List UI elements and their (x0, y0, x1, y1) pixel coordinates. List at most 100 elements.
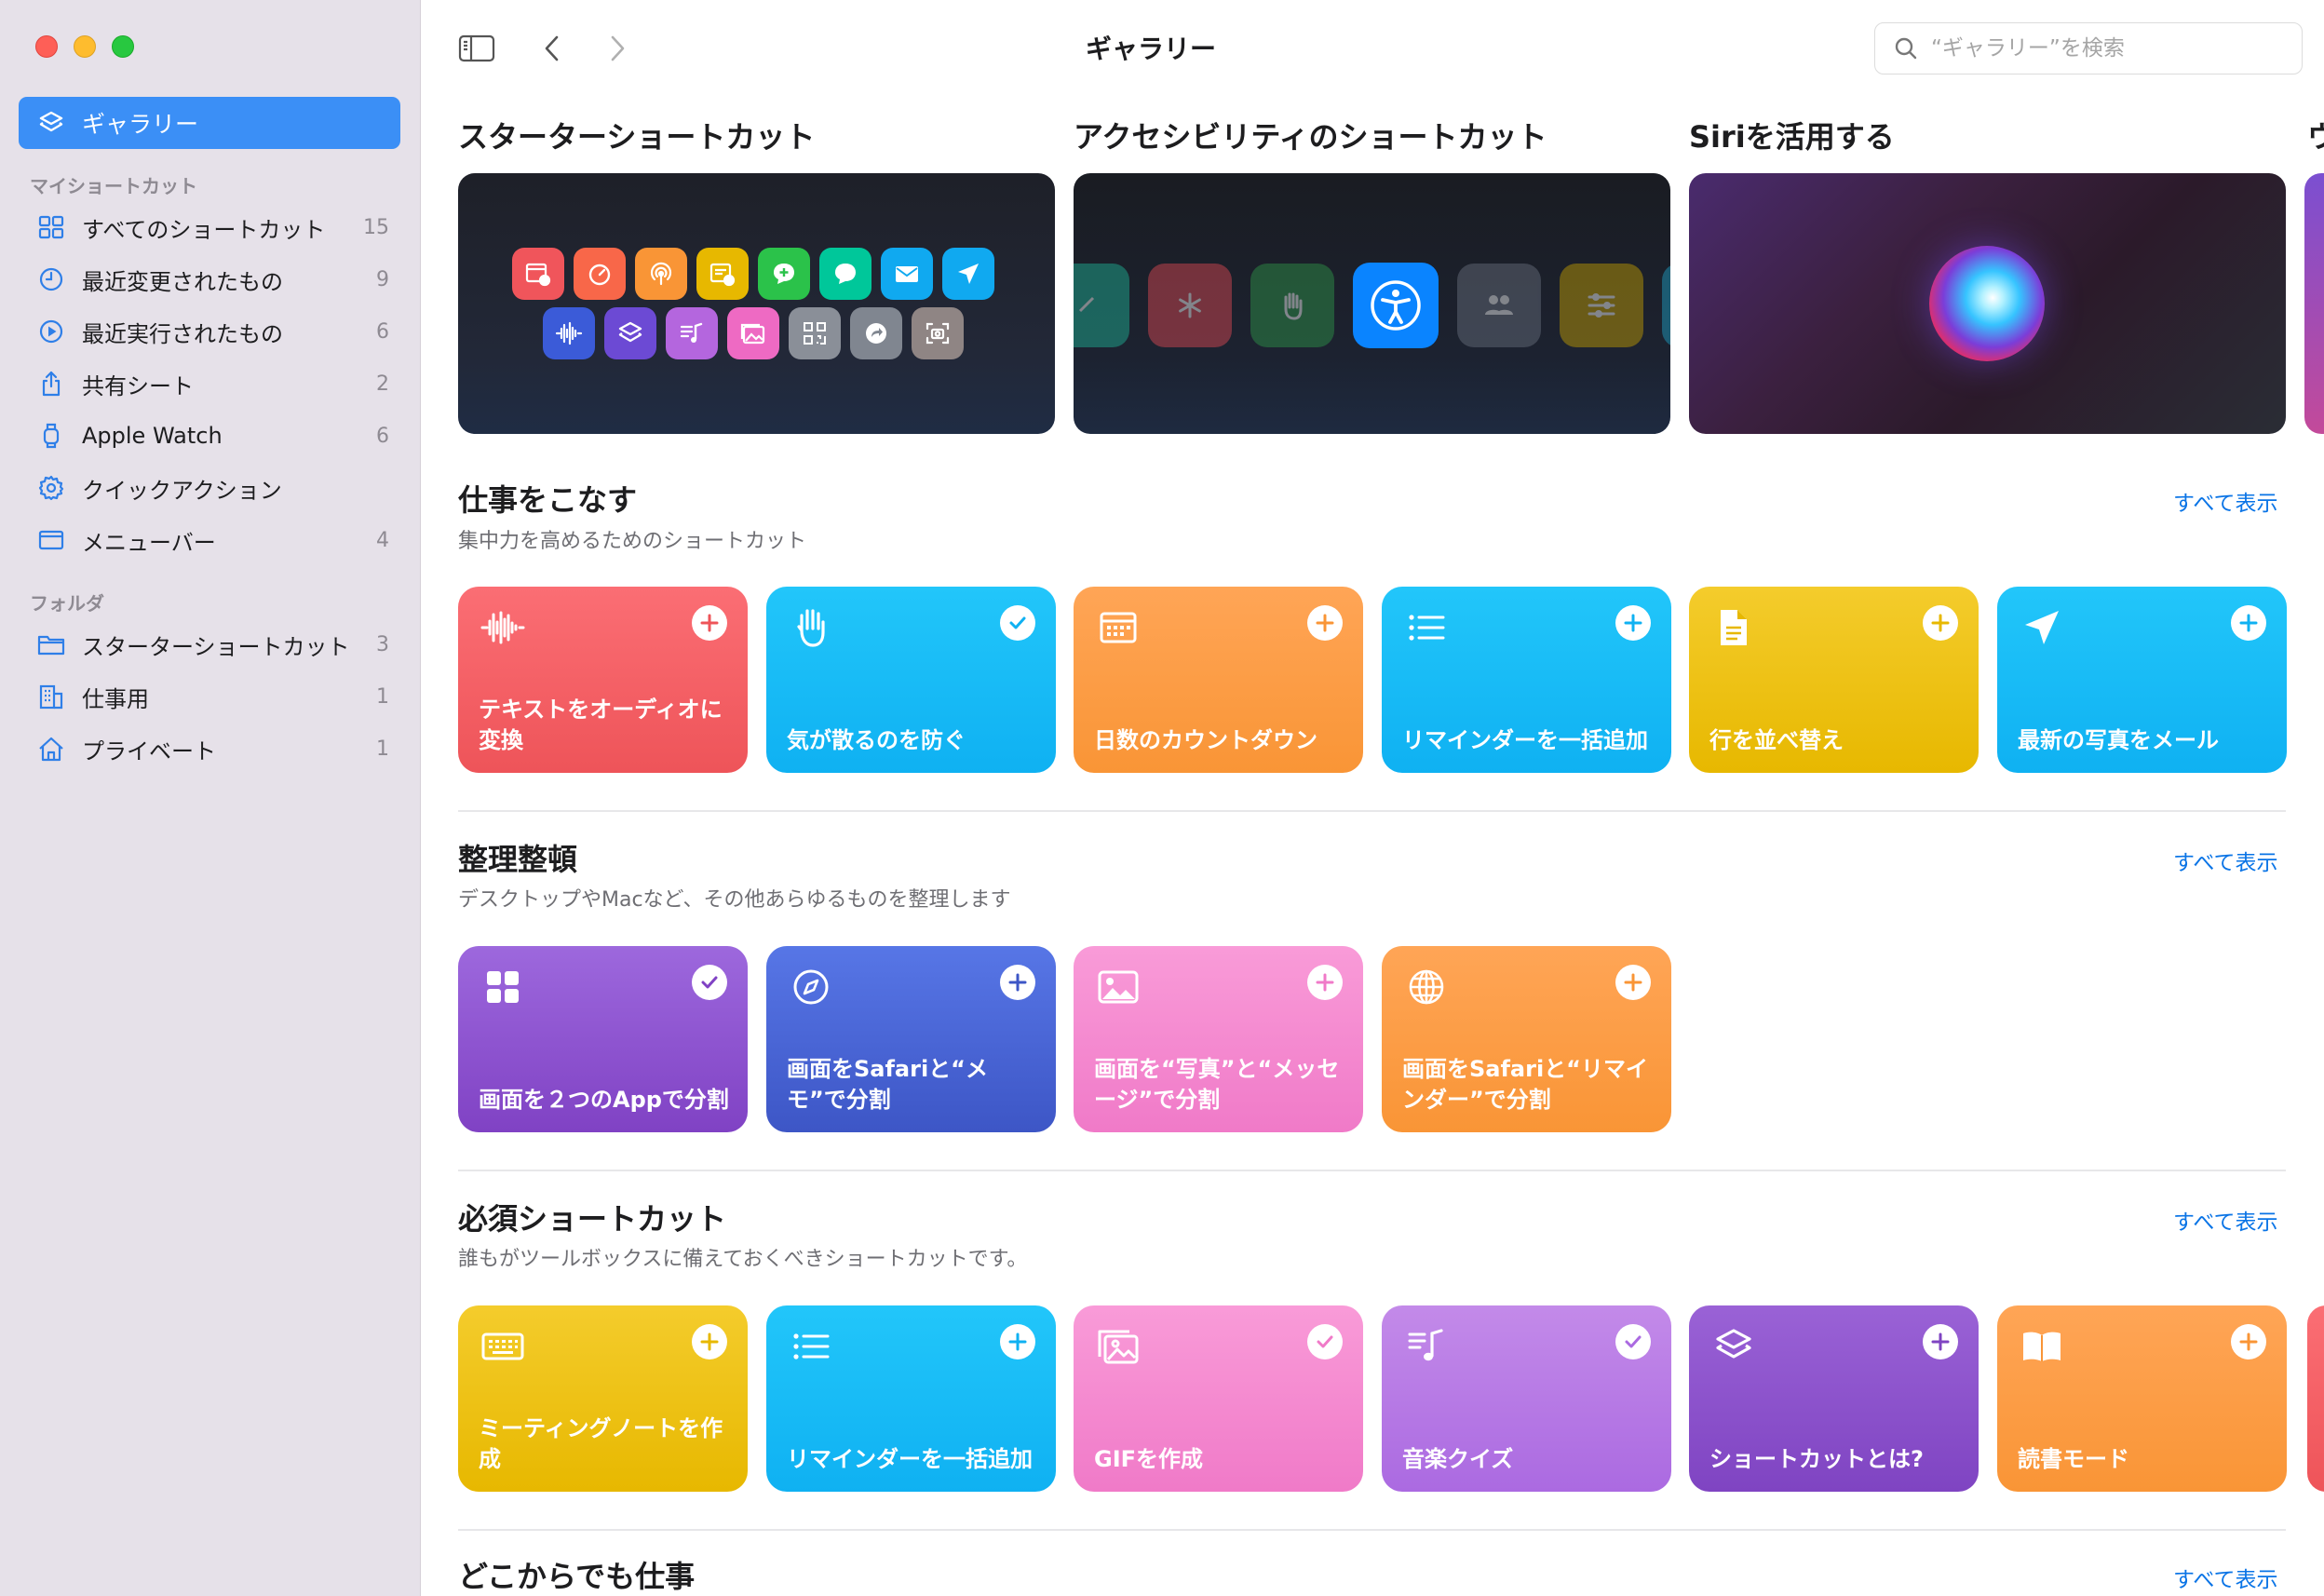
qr-code-icon (789, 307, 841, 359)
shortcut-card-meeting-notes[interactable]: ミーティングノートを作成 (458, 1305, 748, 1492)
minimize-window-button[interactable] (74, 35, 96, 58)
chevron-left-icon (545, 35, 559, 61)
search-input[interactable] (1931, 36, 2285, 61)
sidebar-item-work-folder[interactable]: 仕事用 1 (35, 676, 389, 717)
back-button[interactable] (532, 28, 573, 69)
plus-icon (1008, 973, 1027, 992)
plus-icon (1008, 1332, 1027, 1351)
document-icon (1709, 603, 1758, 652)
forward-button[interactable] (597, 28, 638, 69)
menubar-icon (35, 524, 67, 556)
shortcuts-icon (1709, 1322, 1758, 1371)
plus-icon (1931, 1332, 1950, 1351)
shortcut-card-bulk-reminders[interactable]: リマインダーを一括追加 (1382, 587, 1671, 773)
add-shortcut-button[interactable] (1000, 965, 1035, 1000)
sidebar-item-menu-bar[interactable]: メニューバー 4 (35, 520, 389, 561)
sidebar-item-quick-actions[interactable]: クイックアクション (35, 467, 389, 508)
list-icon (787, 1322, 835, 1371)
sidebar-item-recently-modified[interactable]: 最近変更されたもの 9 (35, 259, 389, 300)
four-squares-icon (479, 963, 527, 1011)
shortcut-card-text-to-audio[interactable]: テキストをオーディオに変換 (458, 587, 748, 773)
sidebar-item-gallery[interactable]: ギャラリー (19, 97, 400, 149)
section-divider (458, 810, 2286, 812)
shortcut-card-split-two-apps[interactable]: 画面を２つのAppで分割 (458, 946, 748, 1132)
shortcut-card-bulk-reminders-2[interactable]: リマインダーを一括追加 (766, 1305, 1056, 1492)
add-shortcut-button[interactable] (692, 1324, 727, 1359)
add-shortcut-button[interactable] (1307, 965, 1343, 1000)
shortcut-card-reading-mode[interactable]: 読書モード (1997, 1305, 2287, 1492)
shortcuts-icon (604, 307, 656, 359)
accessibility-icon-row (1074, 263, 1670, 348)
watch-icon (35, 420, 67, 452)
section-subtitle-work: 集中力を高めるためのショートカット (458, 530, 807, 553)
share-arrow-icon (850, 307, 902, 359)
zoom-window-button[interactable] (112, 35, 134, 58)
shortcut-card-what-is-shortcuts[interactable]: ショートカットとは? (1689, 1305, 1979, 1492)
hero-title-accessibility: アクセシビリティのショートカット (1074, 119, 1547, 155)
add-shortcut-button[interactable] (1000, 1324, 1035, 1359)
section-divider (458, 1170, 2286, 1171)
screenshot-icon (912, 307, 964, 359)
added-check-button[interactable] (1307, 1324, 1343, 1359)
add-shortcut-button[interactable] (1307, 605, 1343, 641)
toggle-sidebar-button[interactable] (456, 28, 497, 69)
added-check-button[interactable] (1000, 605, 1035, 641)
section-title-organize: 整理整頓 (458, 842, 578, 877)
shortcut-card-split-safari-reminders[interactable]: 画面をSafariと“リマインダー”で分割 (1382, 946, 1671, 1132)
hero-card-siri[interactable] (1689, 173, 2286, 434)
shortcut-card-make-gif[interactable]: GIFを作成 (1074, 1305, 1363, 1492)
add-shortcut-button[interactable] (1923, 605, 1958, 641)
shortcut-card-countdown[interactable]: 日数のカウントダウン (1074, 587, 1363, 773)
close-window-button[interactable] (35, 35, 58, 58)
shortcut-card-split-safari-notes[interactable]: 画面をSafariと“メモ”で分割 (766, 946, 1056, 1132)
checkmark-icon (1317, 1335, 1333, 1348)
plus-icon (1931, 614, 1950, 632)
hero-card-partial[interactable] (2304, 173, 2324, 434)
add-shortcut-button[interactable] (692, 605, 727, 641)
shortcut-card-block-distractions[interactable]: 気が散るのを防ぐ (766, 587, 1056, 773)
paperplane-icon (942, 248, 994, 300)
shortcut-card-split-photos-messages[interactable]: 画面を“写真”と“メッセージ”で分割 (1074, 946, 1363, 1132)
add-shortcut-button[interactable] (2231, 1324, 2266, 1359)
shortcut-card-music-quiz[interactable]: 音楽クイズ (1382, 1305, 1671, 1492)
people-icon (1457, 264, 1541, 347)
sidebar-item-all-shortcuts[interactable]: すべてのショートカット 15 (35, 207, 389, 248)
add-shortcut-button[interactable] (1615, 965, 1651, 1000)
sidebar-item-apple-watch[interactable]: Apple Watch 6 (35, 415, 389, 456)
see-all-link-work[interactable]: すべて表示 (2173, 485, 2277, 517)
section-subtitle-essentials: 誰もがツールボックスに備えておくべきショートカットです。 (458, 1248, 1028, 1271)
mail-icon (881, 248, 933, 300)
add-shortcut-button[interactable] (1615, 605, 1651, 641)
play-circle-icon (35, 316, 67, 347)
shortcut-card-partial[interactable] (2307, 1305, 2324, 1492)
hero-title-siri: Siriを活用する (1689, 119, 1895, 155)
added-check-button[interactable] (1615, 1324, 1651, 1359)
hero-card-starter-shortcuts[interactable] (458, 173, 1055, 434)
globe-icon (1402, 963, 1451, 1011)
shortcut-card-sort-lines[interactable]: 行を並べ替え (1689, 587, 1979, 773)
shortcuts-icon (39, 111, 63, 132)
section-divider (458, 1529, 2286, 1531)
house-icon (35, 733, 67, 764)
sidebar-item-recently-run[interactable]: 最近実行されたもの 6 (35, 311, 389, 352)
sidebar-item-private-folder[interactable]: プライベート 1 (35, 728, 389, 769)
add-shortcut-button[interactable] (2231, 605, 2266, 641)
sidebar-item-starter-folder[interactable]: スターターショートカット 3 (35, 624, 389, 665)
section-subtitle-organize: デスクトップやMacなど、その他あらゆるものを整理します (458, 888, 1011, 912)
see-all-link-work-anywhere[interactable]: すべて表示 (2173, 1562, 2277, 1593)
chevron-right-icon (611, 35, 625, 61)
plus-icon (1624, 614, 1642, 632)
list-icon (1402, 603, 1451, 652)
shortcut-card-email-photo[interactable]: 最新の写真をメール (1997, 587, 2287, 773)
see-all-link-essentials[interactable]: すべて表示 (2173, 1204, 2277, 1236)
added-check-button[interactable] (692, 965, 727, 1000)
add-shortcut-button[interactable] (1923, 1324, 1958, 1359)
section-title-work-anywhere: どこからでも仕事 (458, 1559, 696, 1594)
sidebar-item-share-sheet[interactable]: 共有シート 2 (35, 363, 389, 404)
see-all-link-organize[interactable]: すべて表示 (2173, 845, 2277, 876)
music-list-icon (666, 307, 718, 359)
hero-title-partial: ウ (2307, 119, 2324, 155)
plus-icon (2239, 1332, 2258, 1351)
hero-card-accessibility[interactable] (1074, 173, 1670, 434)
search-field[interactable] (1874, 22, 2303, 74)
